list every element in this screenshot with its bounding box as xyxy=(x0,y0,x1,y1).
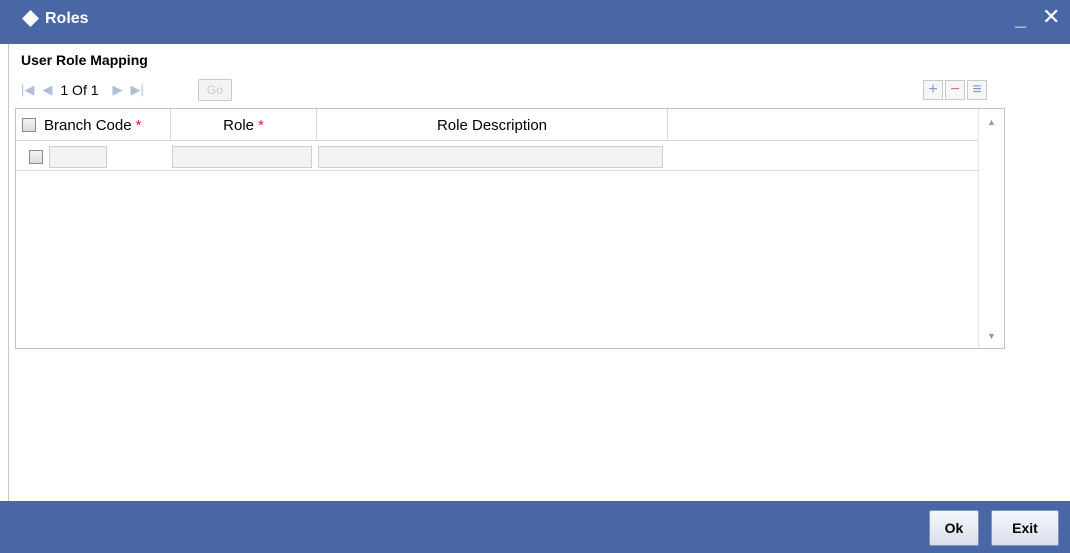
header-filler xyxy=(668,109,978,141)
previous-page-icon[interactable]: ◀ xyxy=(42,82,52,98)
ok-button[interactable]: Ok xyxy=(929,510,979,546)
section-title: User Role Mapping xyxy=(21,52,148,68)
scroll-down-icon[interactable]: ▼ xyxy=(987,331,996,341)
grid-header: Branch Code * Role * Role Description xyxy=(16,109,978,141)
title-bar: Roles _ ✕ xyxy=(0,0,1070,44)
row-checkbox[interactable] xyxy=(29,150,43,164)
role-description-input[interactable] xyxy=(318,146,663,168)
table-row xyxy=(16,141,978,171)
branch-code-label: Branch Code xyxy=(44,116,132,134)
next-page-icon[interactable]: ▶ xyxy=(113,82,123,98)
pagination-bar: |◀ ◀ 1 Of 1 ▶ ▶| Go xyxy=(21,78,232,102)
close-button[interactable]: ✕ xyxy=(1042,4,1060,30)
page-number-input[interactable] xyxy=(153,80,198,100)
role-description-label: Role Description xyxy=(436,116,548,134)
required-marker: * xyxy=(135,116,142,134)
role-label: Role xyxy=(223,116,254,134)
scroll-up-icon[interactable]: ▲ xyxy=(987,117,996,127)
plus-icon[interactable]: + xyxy=(923,80,943,100)
footer-bar: Ok Exit xyxy=(0,501,1070,553)
minimize-button[interactable]: _ xyxy=(1015,8,1026,31)
diamond-icon xyxy=(22,10,39,27)
header-branch-code: Branch Code * xyxy=(16,109,171,141)
last-page-icon[interactable]: ▶| xyxy=(131,82,144,98)
list-icon[interactable]: ≡ xyxy=(967,80,987,100)
exit-button[interactable]: Exit xyxy=(991,510,1059,546)
header-role: Role * xyxy=(171,109,317,141)
window-title: Roles xyxy=(45,10,89,27)
role-input[interactable] xyxy=(172,146,312,168)
go-button[interactable]: Go xyxy=(197,79,232,101)
page-indicator: 1 Of 1 xyxy=(60,82,99,98)
role-mapping-grid: Branch Code * Role * Role Description ▲ … xyxy=(15,108,1005,349)
header-role-description: Role Description xyxy=(317,109,668,141)
branch-code-input[interactable] xyxy=(49,146,107,168)
minus-icon[interactable]: − xyxy=(945,80,965,100)
first-page-icon[interactable]: |◀ xyxy=(21,82,34,98)
dialog-content: User Role Mapping |◀ ◀ 1 Of 1 ▶ ▶| Go + … xyxy=(8,44,1070,501)
vertical-scrollbar[interactable]: ▲ ▼ xyxy=(978,109,1004,348)
required-marker: * xyxy=(258,116,264,134)
select-all-checkbox[interactable] xyxy=(22,118,36,132)
grid-toolbar: + − ≡ xyxy=(921,80,987,100)
